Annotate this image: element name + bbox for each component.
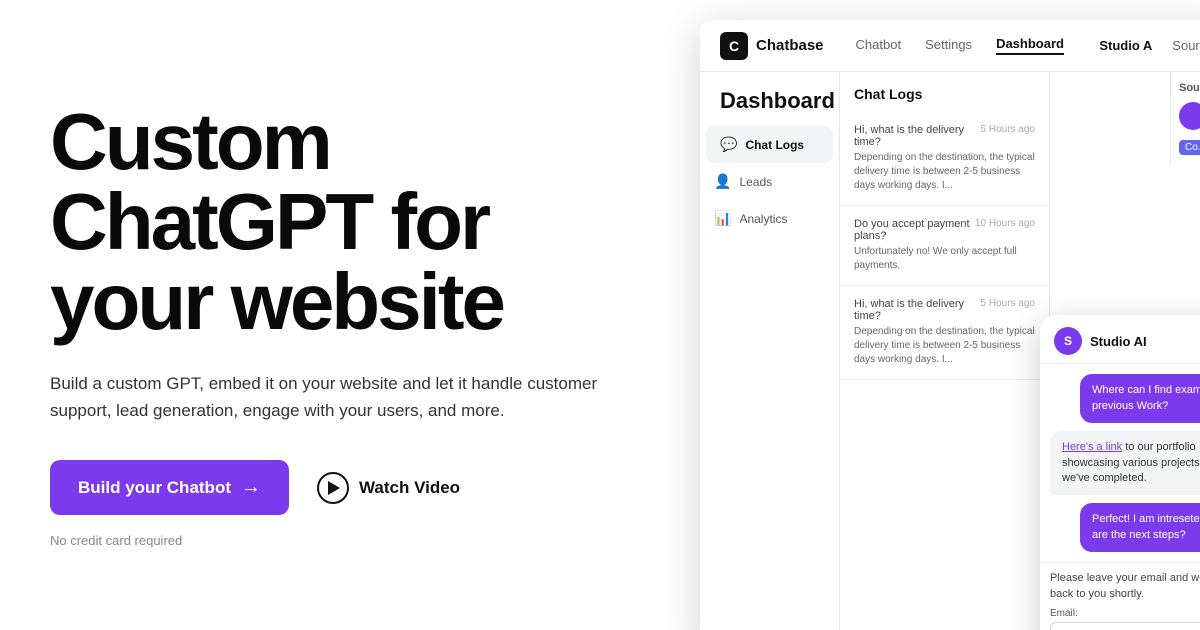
sources-label[interactable]: Sources — [1172, 38, 1200, 53]
hero-title: Custom ChatGPT for your website — [50, 102, 610, 342]
nav-dashboard[interactable]: Dashboard — [996, 36, 1064, 55]
dashboard-nav: Chatbot Settings Dashboard — [856, 36, 1100, 55]
logo-icon: C — [720, 32, 748, 60]
source-dot — [1179, 102, 1200, 130]
chat-email-section: Please leave your email and we will get … — [1040, 562, 1200, 630]
hero-section: Custom ChatGPT for your website Build a … — [0, 0, 660, 630]
nav-settings[interactable]: Settings — [925, 37, 972, 54]
sidebar-item-leads[interactable]: 👤 Leads — [700, 163, 839, 200]
dashboard-header: C Chatbase Chatbot Settings Dashboard St… — [700, 20, 1200, 72]
table-row[interactable]: 10 Hours ago Do you accept payment plans… — [840, 206, 1049, 286]
chat-messages: Where can I find examples of previous Wo… — [1040, 364, 1200, 562]
arrow-icon: → — [241, 476, 261, 499]
email-label: Email: — [1050, 608, 1200, 619]
chat-log-list: Chat Logs 5 Hours ago Hi, what is the de… — [840, 72, 1050, 630]
connect-badge[interactable]: Co... — [1179, 140, 1200, 155]
dashboard-sidebar: Dashboard 💬 Chat Logs 👤 Leads 📊 Analytic… — [700, 72, 840, 630]
email-prompt: Please leave your email and we will get … — [1050, 571, 1200, 602]
sources-panel-title: Sour... — [1179, 82, 1200, 94]
dashboard-main: Chat Logs 5 Hours ago Hi, what is the de… — [840, 72, 1200, 630]
app-logo: C Chatbase — [720, 32, 824, 60]
sources-panel: Sour... Co... — [1170, 72, 1200, 165]
chat-widget-header: S Studio AI ↻ — [1040, 315, 1200, 364]
chat-widget: S Studio AI ↻ Where can I find examples … — [1040, 315, 1200, 630]
table-row[interactable]: 5 Hours ago Hi, what is the delivery tim… — [840, 112, 1049, 206]
dashboard-window: C Chatbase Chatbot Settings Dashboard St… — [700, 20, 1200, 630]
watch-video-button[interactable]: Watch Video — [317, 472, 460, 504]
no-credit-text: No credit card required — [50, 533, 610, 548]
sidebar-item-chatlogs[interactable]: 💬 Chat Logs — [706, 126, 833, 163]
chatlogs-icon: 💬 — [720, 136, 737, 153]
cta-row: Build your Chatbot → Watch Video — [50, 460, 610, 515]
portfolio-link[interactable]: Here's a link — [1062, 441, 1122, 453]
chat-logs-title: Chat Logs — [840, 82, 1049, 112]
leads-icon: 👤 — [714, 173, 731, 190]
sidebar-item-analytics[interactable]: 📊 Analytics — [700, 200, 839, 237]
play-icon — [317, 472, 349, 504]
page-title: Dashboard — [700, 72, 839, 126]
table-row[interactable]: 5 Hours ago Hi, what is the delivery tim… — [840, 286, 1049, 380]
dashboard-body: Dashboard 💬 Chat Logs 👤 Leads 📊 Analytic… — [700, 72, 1200, 630]
avatar: S — [1054, 327, 1082, 355]
chat-bubble-user-2: Perfect! I am intreseted, what are the n… — [1080, 503, 1200, 552]
build-chatbot-button[interactable]: Build your Chatbot → — [50, 460, 289, 515]
play-triangle — [328, 481, 340, 495]
chat-bubble-bot: Here's a link to our portfolio showcasin… — [1050, 431, 1200, 495]
analytics-icon: 📊 — [714, 210, 731, 227]
studio-label: Studio A — [1099, 38, 1152, 53]
email-input[interactable] — [1050, 622, 1200, 630]
chat-bot-name: S Studio AI — [1054, 327, 1147, 355]
nav-chatbot[interactable]: Chatbot — [856, 37, 902, 54]
chat-bubble-user: Where can I find examples of previous Wo… — [1080, 374, 1200, 423]
hero-subtitle: Build a custom GPT, embed it on your web… — [50, 370, 610, 424]
right-section: C Chatbase Chatbot Settings Dashboard St… — [660, 0, 1200, 630]
